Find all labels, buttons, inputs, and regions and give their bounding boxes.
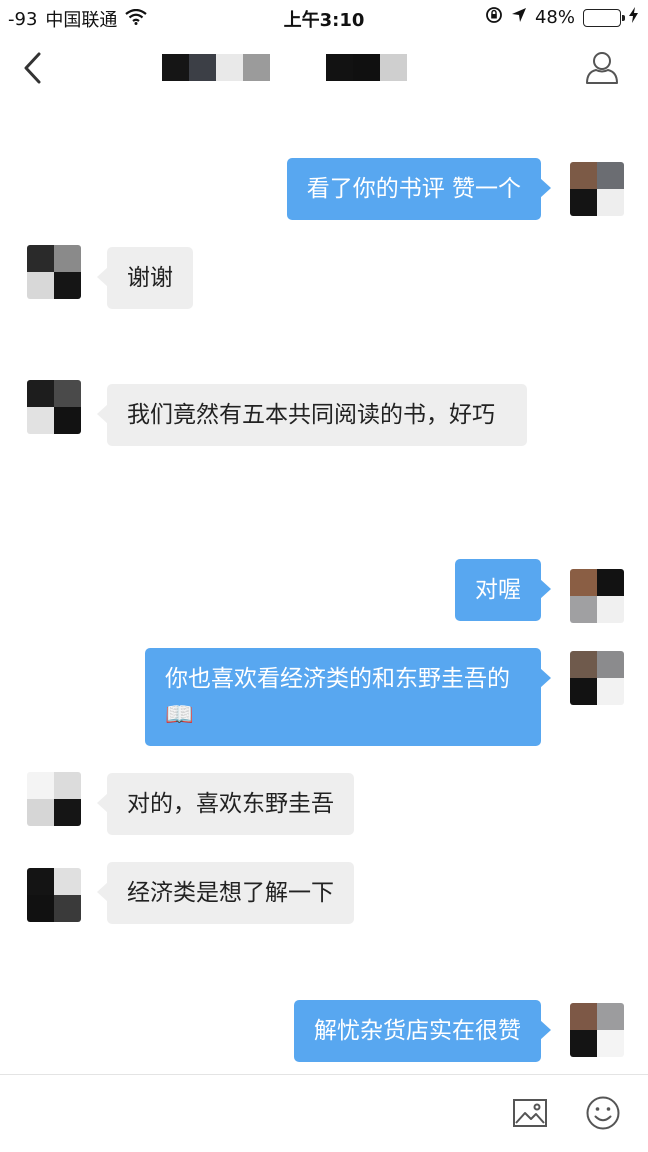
location-arrow-icon — [511, 7, 527, 28]
contact-avatar[interactable] — [27, 380, 81, 434]
chevron-left-icon — [24, 52, 41, 84]
message-bubble-sent[interactable]: 你也喜欢看经济类的和东野圭吾的📖 — [145, 648, 551, 746]
message-bubble-sent[interactable]: 看了你的书评 赞一个 — [286, 158, 552, 220]
message-bubble-received[interactable]: 谢谢 — [97, 247, 193, 309]
image-icon — [513, 1099, 547, 1127]
status-bar: -93 中国联通 上午3:10 48% — [0, 0, 648, 34]
input-bar — [0, 1074, 648, 1152]
my-avatar[interactable] — [570, 569, 624, 623]
battery-percent: 48% — [534, 7, 575, 28]
rotation-lock-icon — [485, 6, 503, 29]
message-bubble-received[interactable]: 对的，喜欢东野圭吾 — [97, 773, 354, 835]
back-button[interactable] — [12, 44, 52, 92]
smiley-icon — [586, 1096, 620, 1130]
message-bubble-received[interactable]: 经济类是想了解一下 — [97, 862, 354, 924]
person-icon — [586, 52, 618, 84]
contact-avatar[interactable] — [27, 868, 81, 922]
nav-bar — [0, 34, 648, 102]
contact-avatar[interactable] — [27, 772, 81, 826]
battery-icon — [583, 8, 625, 27]
contact-avatar[interactable] — [27, 245, 81, 299]
chat-area[interactable]: 看了你的书评 赞一个 谢谢 我们竟然有五本共同阅读的书，好巧 对喔 你也喜欢看经… — [0, 102, 648, 1074]
my-avatar[interactable] — [570, 651, 624, 705]
message-bubble-sent[interactable]: 对喔 — [455, 559, 551, 621]
my-avatar[interactable] — [570, 1003, 624, 1057]
profile-button[interactable] — [578, 44, 626, 92]
my-avatar[interactable] — [570, 162, 624, 216]
contact-name-redacted — [162, 54, 270, 81]
charging-bolt-icon — [629, 7, 638, 28]
contact-name-redacted-2 — [326, 54, 407, 81]
message-bubble-sent[interactable]: 解忧杂货店实在很赞 — [294, 1000, 551, 1062]
message-bubble-received[interactable]: 我们竟然有五本共同阅读的书，好巧 — [97, 384, 527, 446]
image-button[interactable] — [512, 1097, 548, 1129]
status-right: 48% — [485, 6, 638, 29]
emoji-button[interactable] — [585, 1095, 621, 1131]
